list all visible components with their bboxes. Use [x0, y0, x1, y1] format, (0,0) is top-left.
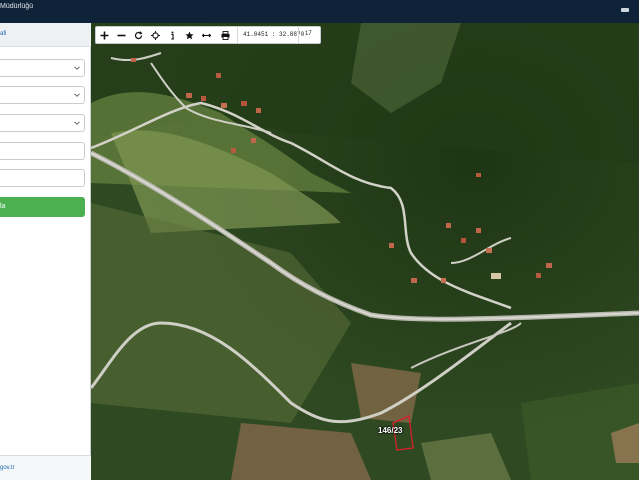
query-button-label: la — [0, 203, 6, 210]
coordinate-readout: 41.0451 : 32.8870 — [243, 31, 305, 38]
zoom-in-icon — [100, 31, 109, 40]
zoom-level: 17 — [305, 31, 312, 37]
info-icon — [171, 31, 174, 40]
satellite-map[interactable] — [91, 23, 639, 480]
chevron-down-icon — [74, 121, 80, 125]
neighborhood-select[interactable] — [0, 114, 85, 132]
refresh-button[interactable] — [131, 28, 147, 43]
app-title: Müdürlüğü — [0, 3, 34, 10]
toolbar-divider — [237, 27, 238, 43]
chevron-down-icon — [74, 66, 80, 70]
info-button[interactable] — [165, 28, 181, 43]
print-icon — [221, 31, 230, 40]
query-panel: afi la gov.tr — [0, 23, 91, 480]
map-toolbar: 41.0451 : 32.8870 17 — [95, 26, 321, 44]
query-button[interactable]: la — [0, 197, 85, 217]
district-select[interactable] — [0, 86, 85, 104]
locate-button[interactable] — [148, 28, 164, 43]
panel-title: afi — [0, 31, 7, 37]
favorite-button[interactable] — [182, 28, 198, 43]
favorite-icon — [185, 31, 194, 40]
zoom-in-button[interactable] — [97, 28, 113, 43]
print-button[interactable] — [218, 28, 234, 43]
toolbar-divider — [298, 27, 299, 43]
footer-link[interactable]: gov.tr — [0, 465, 15, 471]
chevron-down-icon — [74, 93, 80, 97]
block-input[interactable] — [0, 142, 85, 160]
panel-header: afi — [0, 23, 91, 47]
zoom-out-icon — [117, 34, 126, 37]
parcel-input[interactable] — [0, 169, 85, 187]
zoom-out-button[interactable] — [114, 28, 130, 43]
measure-icon — [202, 33, 211, 38]
province-select[interactable] — [0, 59, 85, 77]
minimize-icon[interactable] — [621, 8, 629, 12]
panel-footer: gov.tr — [0, 455, 91, 480]
parcel-label: 146/23 — [378, 426, 403, 435]
locate-icon — [151, 31, 160, 40]
refresh-icon — [134, 31, 143, 40]
top-bar: Müdürlüğü — [0, 0, 639, 23]
map-imagery — [91, 23, 639, 480]
measure-button[interactable] — [199, 28, 215, 43]
